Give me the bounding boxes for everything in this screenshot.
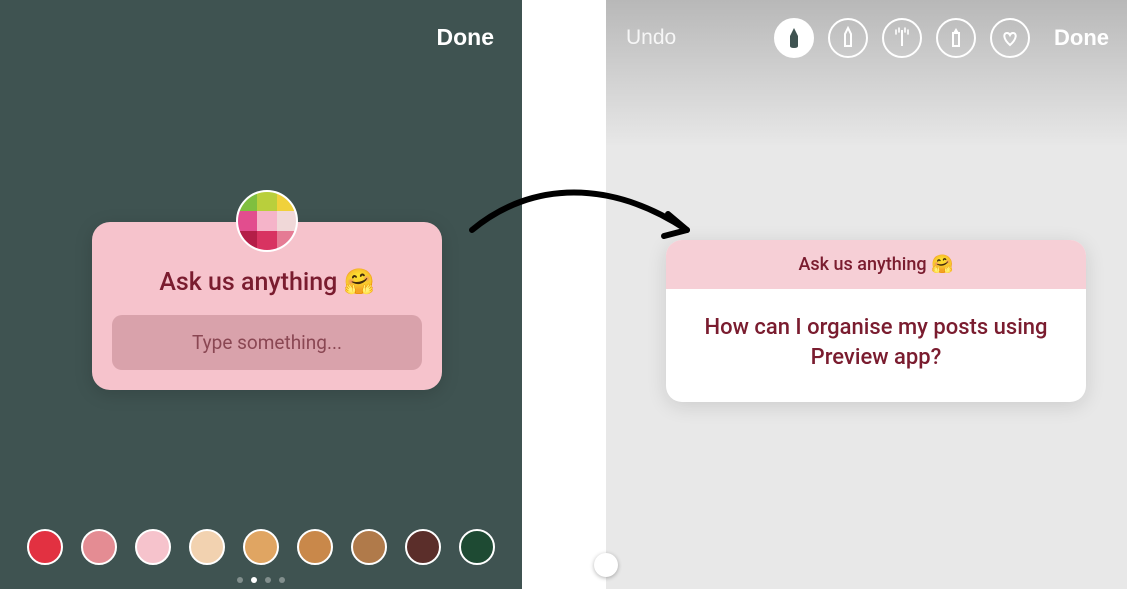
question-sticker[interactable]: Ask us anything 🤗 Type something...: [92, 222, 442, 390]
color-swatch[interactable]: [243, 529, 279, 565]
brush-size-handle[interactable]: [594, 553, 618, 577]
brush-pen-icon[interactable]: [774, 18, 814, 58]
pager-dot[interactable]: [279, 577, 285, 583]
color-swatch[interactable]: [405, 529, 441, 565]
heart-stamp-icon[interactable]: [990, 18, 1030, 58]
story-editor-left: Done Ask us anything 🤗 Type something...: [0, 0, 522, 589]
pager-dot[interactable]: [265, 577, 271, 583]
done-button-right[interactable]: Done: [1054, 25, 1109, 51]
marker-icon[interactable]: [828, 18, 868, 58]
color-swatch[interactable]: [351, 529, 387, 565]
color-swatch[interactable]: [135, 529, 171, 565]
color-swatch[interactable]: [27, 529, 63, 565]
answer-body-text: How can I organise my posts using Previe…: [666, 289, 1086, 402]
profile-avatar: [236, 190, 298, 252]
color-swatch-row: [0, 529, 522, 565]
color-swatch[interactable]: [189, 529, 225, 565]
question-prompt[interactable]: Ask us anything 🤗: [112, 268, 422, 297]
chisel-marker-icon[interactable]: [936, 18, 976, 58]
question-input[interactable]: Type something...: [112, 315, 422, 370]
left-topbar: Done: [0, 0, 522, 51]
pager-dot[interactable]: [251, 577, 257, 583]
swatch-pager: [0, 577, 522, 583]
neon-brush-icon[interactable]: [882, 18, 922, 58]
pager-dot[interactable]: [237, 577, 243, 583]
undo-button[interactable]: Undo: [626, 26, 676, 50]
answer-header: Ask us anything 🤗: [666, 240, 1086, 289]
color-swatch[interactable]: [297, 529, 333, 565]
color-swatch[interactable]: [459, 529, 495, 565]
color-swatch[interactable]: [81, 529, 117, 565]
right-topbar: Undo Done: [606, 0, 1127, 58]
drawing-tools: [774, 18, 1030, 58]
avatar-color-grid: [238, 192, 296, 250]
answer-sticker[interactable]: Ask us anything 🤗 How can I organise my …: [666, 240, 1086, 402]
panel-gap: [522, 0, 606, 589]
story-editor-right: Undo Done Ask us anything 🤗 How can I or…: [606, 0, 1127, 589]
done-button[interactable]: Done: [437, 24, 495, 51]
